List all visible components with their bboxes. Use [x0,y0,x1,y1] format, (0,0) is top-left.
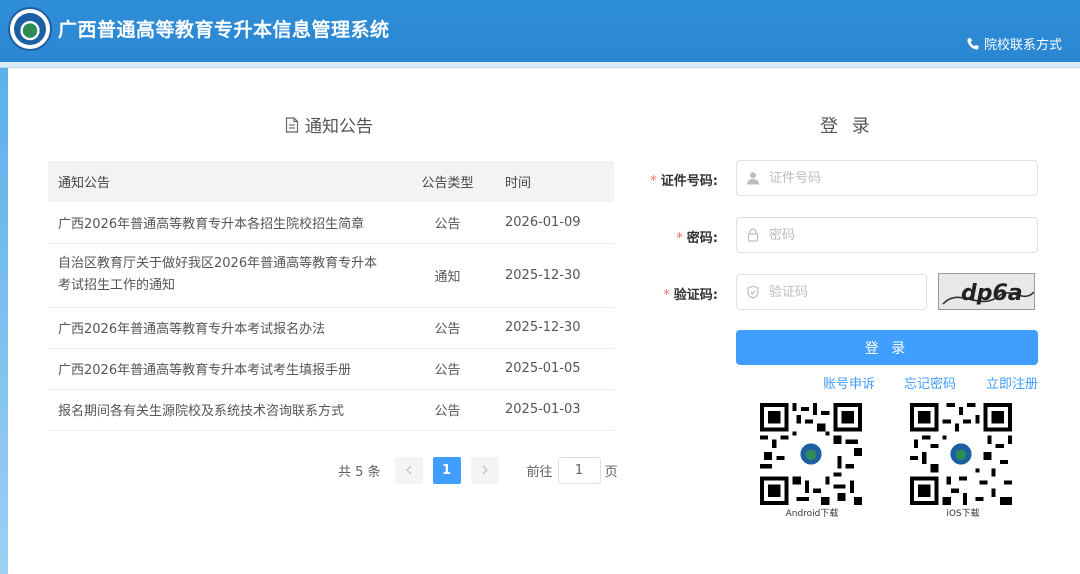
table-row[interactable]: 广西2026年普通高等教育专升本各招生院校招生简章 公告 2026-01-09 [48,202,614,244]
notice-title-text: 通知公告 [305,117,373,137]
page-number-current[interactable]: 1 [432,456,461,484]
captcha-label: * 验证码: [640,284,718,303]
table-row[interactable]: 报名期间各有关生源院校及系统技术咨询联系方式 公告 2025-01-03 [48,389,614,431]
table-row[interactable]: 广西2026年普通高等教育专升本考试报名办法 公告 2025-12-30 [48,307,614,349]
table-row[interactable]: 自治区教育厅关于做好我区2026年普通高等教育专升本考试招生工作的通知 通知 2… [48,243,614,308]
captcha-field[interactable] [736,274,927,310]
table-header-row: 通知公告 公告类型 时间 [48,161,614,202]
page-suffix: 页 [604,464,618,480]
pagination-total: 共 5 条 [338,464,381,480]
chevron-left-icon [405,465,412,475]
account-appeal-link[interactable]: 账号申诉 [823,373,875,392]
notice-row-type: 通知 [400,243,495,308]
login-title: 登 录 [820,116,874,137]
ios-download-label: iOS下载 [946,509,980,519]
notice-row-title[interactable]: 自治区教育厅关于做好我区2026年普通高等教育专升本考试招生工作的通知 [48,243,400,308]
android-qr-code [760,403,862,505]
captcha-label-text: 验证码: [673,288,718,303]
contact-label: 院校联系方式 [983,38,1062,53]
id-number-input[interactable] [769,170,989,186]
captcha-text: dp6a [961,281,1023,306]
header-divider [0,62,1080,68]
notice-row-date: 2025-01-05 [495,348,614,390]
id-number-field[interactable] [736,160,1038,196]
column-header-date: 时间 [495,161,614,202]
password-input[interactable] [769,227,989,243]
document-icon [285,116,299,133]
forgot-password-link[interactable]: 忘记密码 [904,373,956,392]
required-mark: * [676,231,683,246]
id-number-label: * 证件号码: [640,170,718,189]
notice-row-type: 公告 [400,389,495,431]
chevron-right-icon [482,465,488,475]
id-number-label-text: 证件号码: [660,174,718,189]
app-title: 广西普通高等教育专升本信息管理系统 [58,19,390,41]
notice-row-type: 公告 [400,307,495,349]
notice-table: 通知公告 公告类型 时间 广西2026年普通高等教育专升本各招生院校招生简章 公… [48,161,614,431]
column-header-type: 公告类型 [400,161,495,202]
phone-icon [967,37,979,50]
ios-qr-code [910,403,1012,505]
goto-page-input[interactable] [557,456,601,484]
password-label: * 密码: [640,227,718,246]
android-download-label: Android下载 [785,509,839,519]
notice-title: 通知公告 [285,112,373,137]
login-button[interactable]: 登 录 [736,330,1038,365]
password-label-text: 密码: [686,231,718,246]
notice-row-date: 2025-01-03 [495,389,614,431]
notice-row-title[interactable]: 报名期间各有关生源院校及系统技术咨询联系方式 [48,389,400,431]
shield-icon [745,285,761,299]
notice-row-date: 2025-12-30 [495,243,614,308]
prev-page-button[interactable] [394,456,423,484]
school-emblem-icon [8,7,52,51]
notice-row-date: 2025-12-30 [495,307,614,349]
captcha-image[interactable]: dp6a [938,273,1035,310]
lock-icon [745,228,761,242]
column-header-title: 通知公告 [48,161,400,202]
notice-row-type: 公告 [400,348,495,390]
required-mark: * [650,174,657,189]
notice-row-title[interactable]: 广西2026年普通高等教育专升本考试考生填报手册 [48,348,400,390]
notice-row-date: 2026-01-09 [495,202,614,244]
left-accent-strip [0,68,8,574]
password-field[interactable] [736,217,1038,253]
notice-row-title[interactable]: 广西2026年普通高等教育专升本考试报名办法 [48,307,400,349]
table-row[interactable]: 广西2026年普通高等教育专升本考试考生填报手册 公告 2025-01-05 [48,348,614,390]
notice-row-type: 公告 [400,202,495,244]
register-link[interactable]: 立即注册 [986,373,1038,392]
required-mark: * [663,288,670,303]
user-icon [745,171,761,185]
captcha-input[interactable] [769,284,909,300]
next-page-button[interactable] [470,456,499,484]
notice-row-title[interactable]: 广西2026年普通高等教育专升本各招生院校招生简章 [48,202,400,244]
pagination: 共 5 条 1 前往 页 [338,456,618,484]
goto-label: 前往 [526,464,553,480]
contact-link[interactable]: 院校联系方式 [966,34,1062,53]
